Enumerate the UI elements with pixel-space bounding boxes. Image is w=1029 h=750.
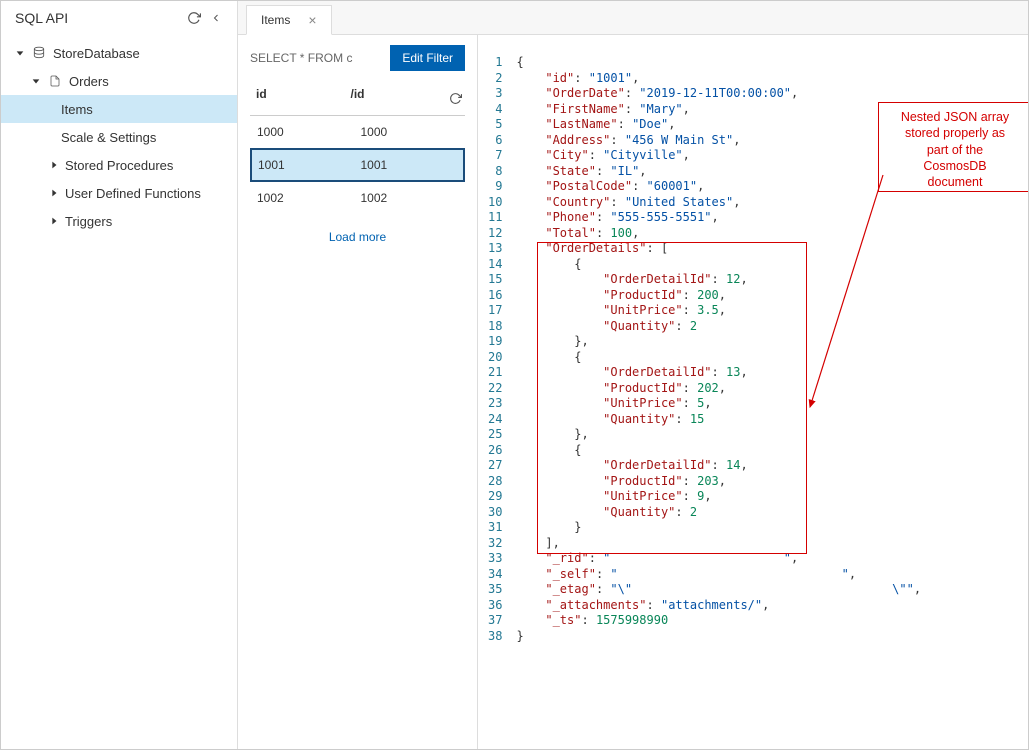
refresh-icon[interactable] — [445, 87, 465, 109]
chevron-right-icon — [49, 188, 61, 198]
query-text: SELECT * FROM c — [250, 51, 390, 65]
annotation-highlight — [537, 242, 807, 554]
line-gutter: 1234567891011121314151617181920212223242… — [488, 55, 516, 644]
sidebar: SQL API StoreDatabase — [1, 1, 238, 749]
chevron-down-icon — [31, 76, 43, 86]
tree-label: Items — [61, 102, 93, 117]
database-icon — [31, 46, 47, 60]
refresh-icon[interactable] — [183, 7, 205, 29]
chevron-right-icon — [49, 160, 61, 170]
tree-label: User Defined Functions — [65, 186, 201, 201]
tree-node-container[interactable]: Orders — [1, 67, 237, 95]
table-row[interactable]: 1001 1001 — [250, 148, 465, 182]
col-id: id — [256, 87, 351, 109]
tab-items[interactable]: Items × — [246, 5, 332, 35]
tab-label: Items — [261, 13, 290, 27]
chevron-right-icon — [49, 216, 61, 226]
col-partition-id: /id — [351, 87, 446, 109]
document-icon — [47, 74, 63, 88]
tree-label: Triggers — [65, 214, 112, 229]
items-list-pane: SELECT * FROM c Edit Filter id /id 1000 … — [238, 35, 478, 749]
json-editor[interactable]: 1234567891011121314151617181920212223242… — [478, 35, 1028, 749]
tab-bar: Items × — [238, 1, 1028, 35]
tree-label: Stored Procedures — [65, 158, 173, 173]
sidebar-header: SQL API — [1, 1, 237, 35]
load-more-link[interactable]: Load more — [250, 214, 465, 260]
table-row[interactable]: 1000 1000 — [250, 116, 465, 148]
tree-node-scale-settings[interactable]: Scale & Settings — [1, 123, 237, 151]
content-area: Items × SELECT * FROM c Edit Filter id /… — [238, 1, 1028, 749]
tree-node-triggers[interactable]: Triggers — [1, 207, 237, 235]
sidebar-title: SQL API — [15, 10, 183, 26]
tree-label: Scale & Settings — [61, 130, 156, 145]
edit-filter-button[interactable]: Edit Filter — [390, 45, 465, 71]
resource-tree: StoreDatabase Orders Items Scale & Setti… — [1, 35, 237, 239]
tree-node-udf[interactable]: User Defined Functions — [1, 179, 237, 207]
tree-label: StoreDatabase — [53, 46, 140, 61]
chevron-down-icon — [15, 48, 27, 58]
tree-label: Orders — [69, 74, 109, 89]
close-icon[interactable]: × — [308, 12, 316, 28]
annotation-label: Nested JSON arraystored properly aspart … — [878, 102, 1028, 192]
table-row[interactable]: 1002 1002 — [250, 182, 465, 214]
collapse-icon[interactable] — [205, 7, 227, 29]
tree-node-stored-procedures[interactable]: Stored Procedures — [1, 151, 237, 179]
tree-node-items[interactable]: Items — [1, 95, 237, 123]
tree-node-database[interactable]: StoreDatabase — [1, 39, 237, 67]
grid-header: id /id — [250, 81, 465, 116]
